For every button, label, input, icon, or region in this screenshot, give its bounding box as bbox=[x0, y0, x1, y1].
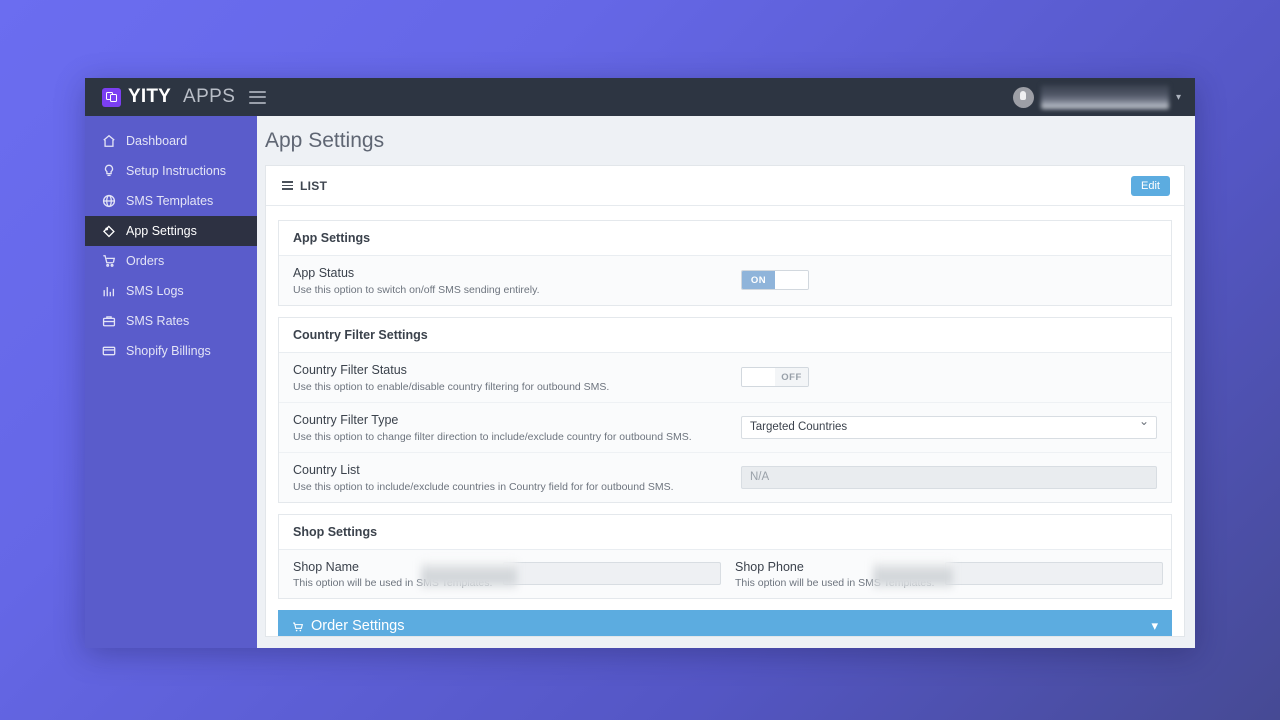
user-name-label bbox=[1040, 85, 1169, 109]
panel-header: LIST Edit bbox=[266, 166, 1184, 206]
sidebar-item-label: Dashboard bbox=[126, 134, 188, 148]
setting-row-country-filter-type: Country Filter Type Use this option to c… bbox=[279, 402, 1171, 453]
sidebar-item-app-settings[interactable]: App Settings bbox=[85, 216, 257, 246]
sidebar-item-label: Orders bbox=[126, 254, 165, 268]
setting-help-text: Use this option to enable/disable countr… bbox=[293, 380, 610, 393]
app-status-toggle[interactable]: ON bbox=[741, 270, 809, 291]
app-window: YITY APPS ▾ Dashboard Setup Instructions… bbox=[85, 78, 1195, 648]
page-title: App Settings bbox=[265, 129, 385, 152]
country-list-input[interactable]: N/A bbox=[741, 465, 1157, 489]
order-settings-title: Order Settings bbox=[311, 618, 405, 635]
shop-phone-group: Shop Phone This option will be used in S… bbox=[735, 558, 1163, 589]
sidebar-item-setup-instructions[interactable]: Setup Instructions bbox=[85, 156, 257, 186]
toggle-knob bbox=[775, 271, 808, 290]
setting-label: Country Filter Status bbox=[293, 362, 407, 377]
list-icon bbox=[282, 181, 293, 190]
redaction-mask bbox=[873, 558, 953, 589]
brand-name-bold: YITY bbox=[128, 86, 172, 107]
settings-panel: LIST Edit App Settings App Status Use th… bbox=[265, 165, 1185, 637]
order-settings-section: Order Settings ▾ Confirmed SMS Event Tri… bbox=[278, 610, 1172, 636]
setting-help-text: Use this option to include/exclude count… bbox=[293, 480, 674, 493]
credit-card-icon bbox=[101, 344, 116, 359]
sidebar-item-shopify-billings[interactable]: Shopify Billings bbox=[85, 336, 257, 366]
sidebar-item-label: SMS Logs bbox=[126, 284, 184, 298]
country-filter-status-toggle[interactable]: OFF bbox=[741, 367, 809, 388]
row-labels: Country List Use this option to include/… bbox=[293, 462, 741, 493]
sidebar-item-sms-templates[interactable]: SMS Templates bbox=[85, 186, 257, 216]
toggle-label: ON bbox=[742, 271, 775, 290]
shop-name-group: Shop Name This option will be used in SM… bbox=[293, 558, 721, 589]
toggle-label: OFF bbox=[775, 368, 808, 387]
toggle-knob bbox=[742, 368, 775, 387]
cart-icon bbox=[292, 621, 304, 632]
setting-help-text: Use this option to switch on/off SMS sen… bbox=[293, 283, 540, 296]
edit-button[interactable]: Edit bbox=[1131, 175, 1170, 196]
chevron-down-icon[interactable]: ▾ bbox=[1151, 618, 1158, 634]
setting-row-country-list: Country List Use this option to include/… bbox=[279, 452, 1171, 502]
sidebar-item-label: Shopify Billings bbox=[126, 344, 211, 358]
setting-label: Country List bbox=[293, 462, 360, 477]
list-header: LIST bbox=[282, 179, 327, 193]
user-menu[interactable]: ▾ bbox=[1012, 78, 1181, 116]
globe-icon bbox=[101, 194, 116, 209]
shop-phone-field-wrap bbox=[873, 558, 1163, 589]
shop-phone-input[interactable] bbox=[945, 562, 1163, 586]
sidebar-item-sms-rates[interactable]: SMS Rates bbox=[85, 306, 257, 336]
row-labels: Country Filter Status Use this option to… bbox=[293, 362, 741, 393]
setting-row-app-status: App Status Use this option to switch on/… bbox=[279, 256, 1171, 305]
card-title: Shop Settings bbox=[279, 514, 1171, 550]
chevron-down-icon[interactable]: ▾ bbox=[1176, 92, 1181, 103]
list-header-label: LIST bbox=[300, 178, 328, 193]
country-filter-type-select[interactable]: Targeted Countries bbox=[741, 415, 1157, 439]
user-avatar-icon bbox=[1012, 86, 1034, 108]
sidebar-item-orders[interactable]: Orders bbox=[85, 246, 257, 276]
setting-label: App Status bbox=[293, 266, 355, 280]
briefcase-icon bbox=[101, 314, 116, 329]
shop-name-input[interactable] bbox=[503, 562, 721, 586]
card-title: Country Filter Settings bbox=[279, 317, 1171, 353]
lightbulb-icon bbox=[101, 164, 116, 179]
top-navigation-bar: YITY APPS ▾ bbox=[85, 78, 1195, 116]
sidebar-item-label: Setup Instructions bbox=[126, 164, 227, 178]
brand-logo[interactable]: YITY APPS bbox=[85, 86, 235, 108]
setting-label: Country Filter Type bbox=[293, 412, 399, 427]
hamburger-icon[interactable] bbox=[249, 90, 267, 104]
panel-body: App Settings App Status Use this option … bbox=[266, 206, 1184, 636]
home-icon bbox=[101, 134, 116, 149]
sidebar-item-dashboard[interactable]: Dashboard bbox=[85, 126, 257, 156]
main-content: App Settings LIST Edit App Settings App … bbox=[257, 116, 1195, 648]
redaction-mask bbox=[421, 558, 517, 589]
row-labels: App Status Use this option to switch on/… bbox=[293, 265, 741, 296]
sidebar-navigation: Dashboard Setup Instructions SMS Templat… bbox=[85, 116, 257, 648]
tag-icon bbox=[101, 224, 116, 239]
card-title: App Settings bbox=[279, 221, 1171, 256]
row-labels: Country Filter Type Use this option to c… bbox=[293, 412, 741, 443]
app-settings-card: App Settings App Status Use this option … bbox=[278, 220, 1172, 306]
shop-name-field-wrap bbox=[421, 558, 721, 589]
setting-row-shop: Shop Name This option will be used in SM… bbox=[279, 549, 1171, 599]
setting-row-country-filter-status: Country Filter Status Use this option to… bbox=[279, 352, 1171, 403]
setting-help-text: Use this option to change filter directi… bbox=[293, 430, 692, 443]
sidebar-item-label: SMS Rates bbox=[126, 314, 190, 328]
country-filter-settings-card: Country Filter Settings Country Filter S… bbox=[278, 316, 1172, 503]
yity-logo-icon bbox=[102, 87, 121, 107]
bar-chart-icon bbox=[101, 284, 116, 299]
sidebar-item-label: App Settings bbox=[126, 224, 197, 238]
country-filter-type-select-wrap: Targeted Countries bbox=[741, 414, 1157, 439]
sidebar-item-sms-logs[interactable]: SMS Logs bbox=[85, 276, 257, 306]
brand-name-light: APPS bbox=[183, 86, 236, 107]
sidebar-item-label: SMS Templates bbox=[126, 194, 214, 208]
cart-icon bbox=[101, 254, 116, 269]
order-settings-header[interactable]: Order Settings ▾ bbox=[278, 610, 1172, 636]
shop-settings-card: Shop Settings Shop Name This option will… bbox=[278, 513, 1172, 600]
